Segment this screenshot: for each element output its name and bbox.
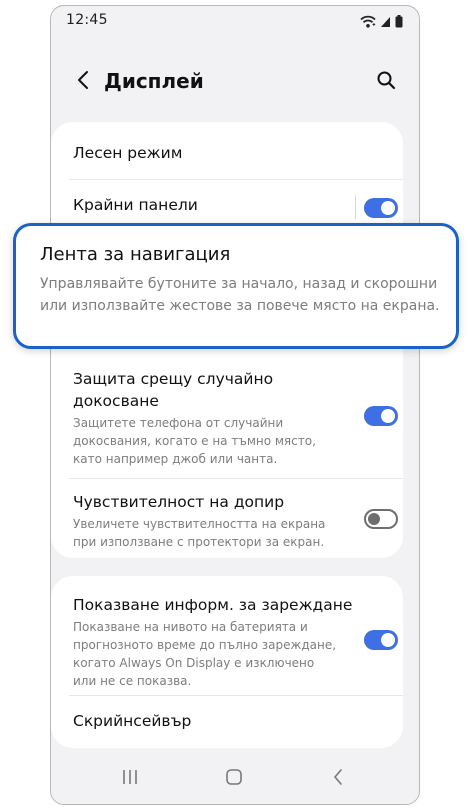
divider xyxy=(69,179,403,180)
wifi-icon xyxy=(360,13,376,32)
setting-edge-panels[interactable]: Крайни панели xyxy=(73,194,333,216)
setting-screensaver[interactable]: Скрийнсейвър xyxy=(73,710,403,732)
setting-touch-sensitivity-description: Увеличете чувствителността на екрана при… xyxy=(73,517,326,549)
status-icons xyxy=(360,13,403,32)
search-icon xyxy=(376,70,396,94)
setting-charging-info[interactable]: Показване информ. за зареждане Показване… xyxy=(73,594,403,690)
setting-edge-panels-title: Крайни панели xyxy=(73,196,198,214)
accidental-touch-toggle[interactable] xyxy=(364,406,398,426)
page-title: Дисплей xyxy=(104,69,204,93)
settings-card-secondary: Показване информ. за зареждане Показване… xyxy=(51,576,403,748)
recents-icon xyxy=(121,769,139,789)
setting-accidental-touch-title: Защита срещу случайно докосване xyxy=(73,370,274,410)
back-icon xyxy=(332,768,344,790)
setting-screensaver-title: Скрийнсейвър xyxy=(73,712,192,730)
nav-back-button[interactable] xyxy=(323,766,353,792)
chevron-left-icon xyxy=(76,70,90,94)
vertical-divider xyxy=(355,195,356,219)
app-bar: Дисплей xyxy=(51,61,419,105)
touch-sensitivity-toggle[interactable] xyxy=(364,509,398,529)
recents-button[interactable] xyxy=(115,766,145,792)
setting-easy-mode-title: Лесен режим xyxy=(73,144,183,162)
setting-charging-info-description: Показване на нивото на батерията и прогн… xyxy=(73,620,337,688)
phone-screen: 12:45 Дисплей Лесен режим Крайни панели … xyxy=(50,5,420,805)
status-bar: 12:45 xyxy=(51,6,419,36)
status-time: 12:45 xyxy=(66,12,108,28)
battery-icon xyxy=(395,13,403,32)
home-icon xyxy=(225,768,243,790)
edge-panels-toggle[interactable] xyxy=(364,198,398,218)
system-navigation-bar xyxy=(51,756,419,804)
divider xyxy=(69,695,403,696)
setting-easy-mode[interactable]: Лесен режим xyxy=(73,142,403,164)
back-button[interactable] xyxy=(69,67,97,97)
setting-accidental-touch-description: Защитете телефона от случайни докосвания… xyxy=(73,416,316,466)
setting-navigation-bar[interactable]: Лента за навигация Управлявайте бутоните… xyxy=(13,223,459,349)
signal-icon xyxy=(380,13,391,32)
setting-touch-sensitivity[interactable]: Чувствителност на допир Увеличете чувств… xyxy=(73,491,403,551)
setting-navigation-bar-description: Управлявайте бутоните за начало, назад и… xyxy=(40,276,440,314)
setting-accidental-touch[interactable]: Защита срещу случайно докосване Защитете… xyxy=(73,368,403,468)
setting-charging-info-title: Показване информ. за зареждане xyxy=(73,596,353,614)
charging-info-toggle[interactable] xyxy=(364,630,398,650)
divider xyxy=(69,478,403,479)
home-button[interactable] xyxy=(219,766,249,792)
page: 12:45 Дисплей Лесен режим Крайни панели … xyxy=(0,0,470,810)
setting-touch-sensitivity-title: Чувствителност на допир xyxy=(73,493,285,511)
search-button[interactable] xyxy=(371,67,401,97)
setting-navigation-bar-title: Лента за навигация xyxy=(40,244,231,265)
